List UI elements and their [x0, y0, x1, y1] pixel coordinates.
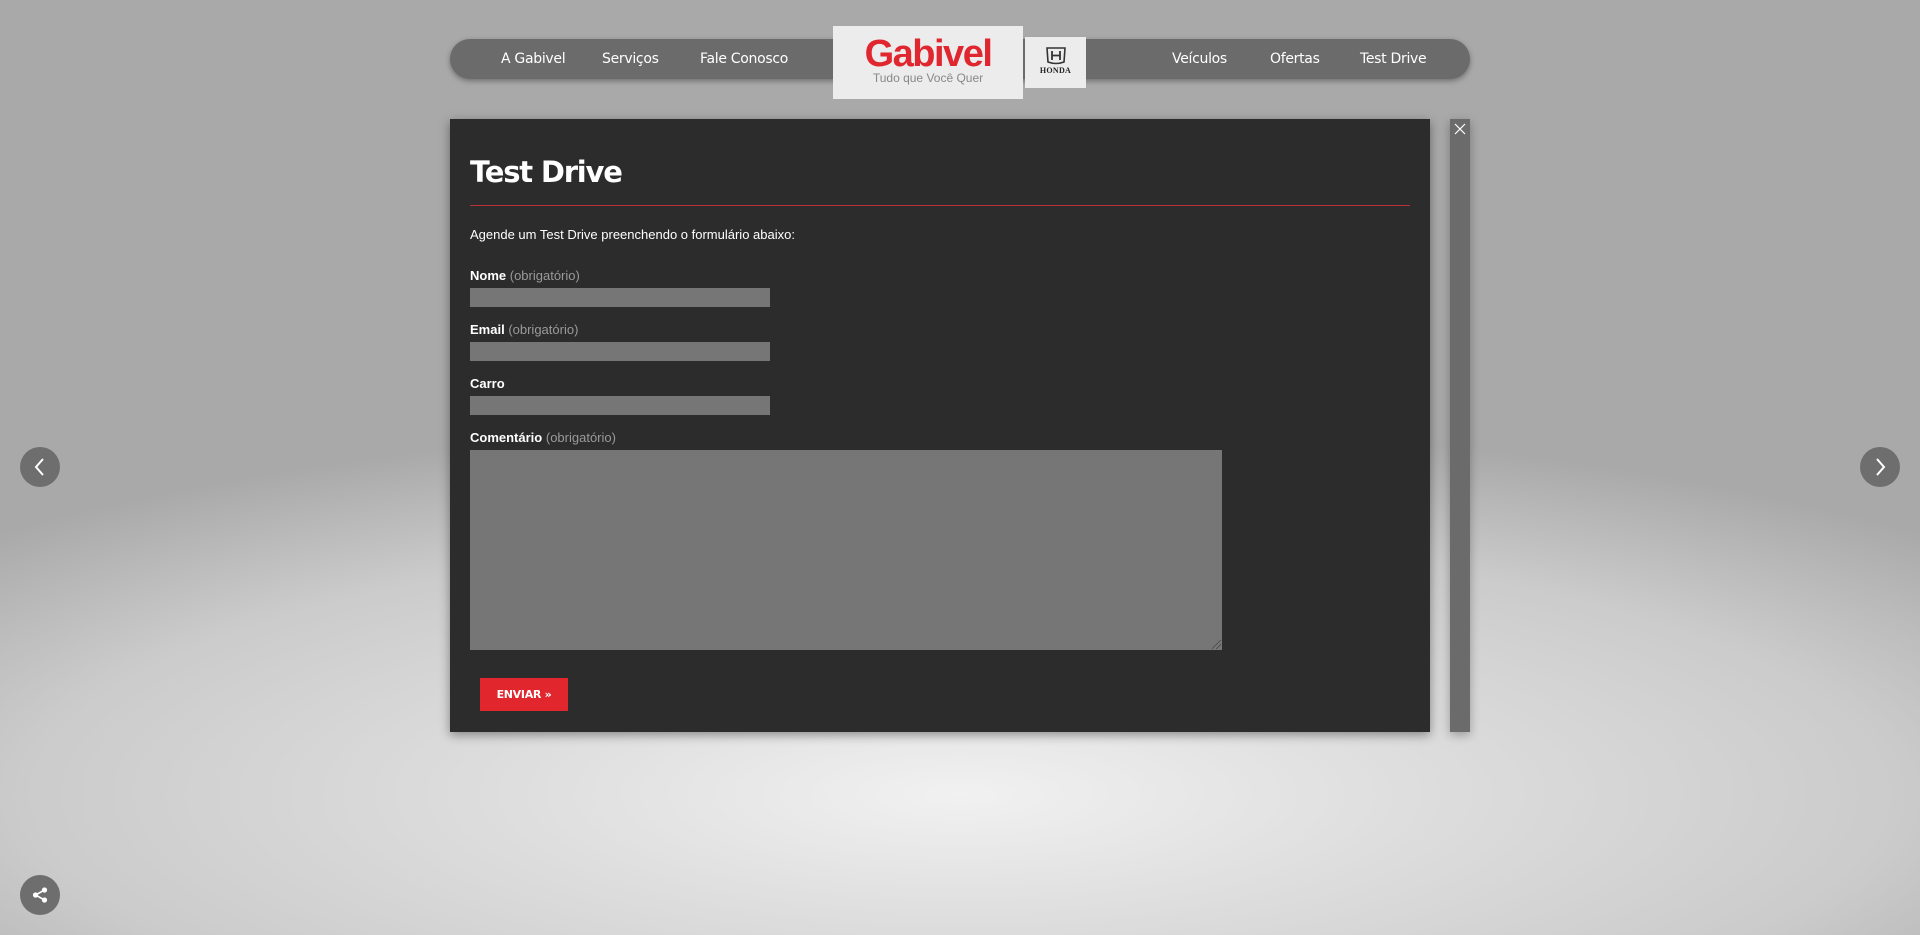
- name-field[interactable]: [470, 288, 770, 307]
- logo-tagline: Tudo que Você Quer: [872, 71, 984, 85]
- next-button[interactable]: [1860, 447, 1900, 487]
- page-title: Test Drive: [470, 155, 623, 189]
- car-field[interactable]: [470, 396, 770, 415]
- honda-logo-icon: [1045, 47, 1066, 65]
- name-label-text: Nome: [470, 268, 507, 283]
- nav-link-ofertas[interactable]: Ofertas: [1270, 39, 1320, 79]
- nav-link-veiculos[interactable]: Veículos: [1172, 39, 1227, 79]
- name-required-note: (obrigatório): [509, 268, 580, 283]
- nav-link-servicos[interactable]: Serviços: [602, 39, 659, 79]
- comment-required-note: (obrigatório): [545, 430, 616, 445]
- comment-field[interactable]: [470, 450, 1222, 650]
- email-label-text: Email: [470, 322, 505, 337]
- comment-label-text: Comentário: [470, 430, 543, 445]
- chevron-left-icon: [34, 458, 44, 476]
- honda-wordmark: HONDA: [1039, 66, 1072, 75]
- form-intro: Agende um Test Drive preenchendo o formu…: [470, 227, 795, 242]
- email-field[interactable]: [470, 342, 770, 361]
- honda-badge[interactable]: HONDA: [1025, 37, 1086, 88]
- email-required-note: (obrigatório): [508, 322, 579, 337]
- comment-label: Comentário (obrigatório): [470, 430, 616, 445]
- car-label-text: Carro: [470, 376, 505, 391]
- prev-button[interactable]: [20, 447, 60, 487]
- test-drive-panel: Test Drive Agende um Test Drive preenche…: [450, 119, 1430, 732]
- chevron-right-icon: [1876, 458, 1886, 476]
- close-icon[interactable]: [1450, 121, 1470, 137]
- panel-side-strip: [1450, 119, 1470, 732]
- nav-link-test-drive[interactable]: Test Drive: [1360, 39, 1427, 79]
- site-logo[interactable]: Gabivel Tudo que Você Quer: [833, 26, 1023, 99]
- send-button[interactable]: ENVIAR »: [480, 678, 568, 711]
- nav-link-fale-conosco[interactable]: Fale Conosco: [700, 39, 788, 79]
- share-button[interactable]: [20, 875, 60, 915]
- nav-link-a-gabivel[interactable]: A Gabivel: [501, 39, 566, 79]
- name-label: Nome (obrigatório): [470, 268, 580, 283]
- title-divider: [470, 205, 1410, 206]
- share-icon: [32, 887, 48, 903]
- textarea-resize-handle[interactable]: [1212, 640, 1221, 649]
- logo-name: Gabivel: [864, 33, 993, 75]
- car-label: Carro: [470, 376, 505, 391]
- email-label: Email (obrigatório): [470, 322, 578, 337]
